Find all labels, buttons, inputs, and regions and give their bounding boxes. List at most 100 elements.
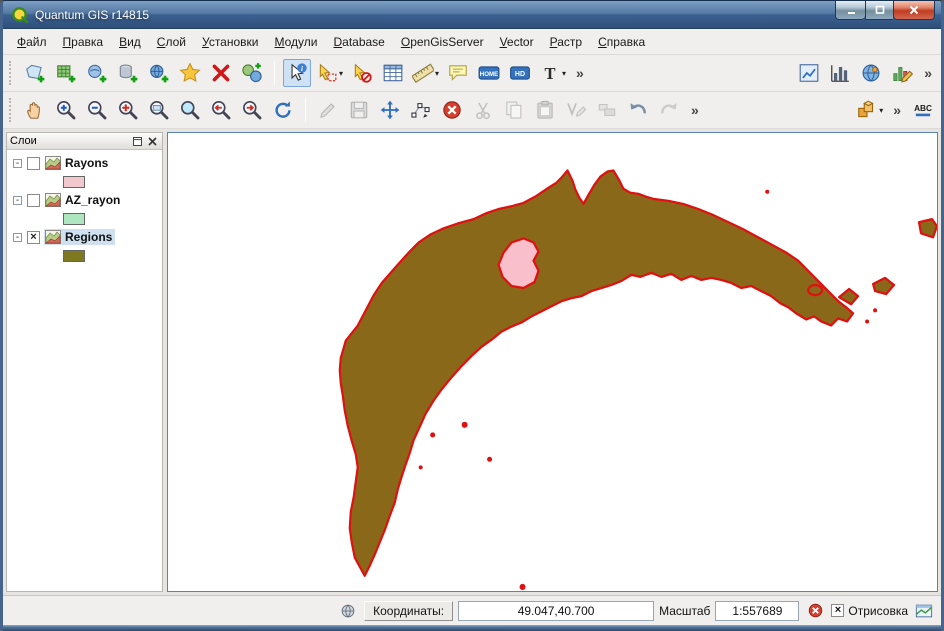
toolbar-overflow-button[interactable]: » — [571, 65, 589, 81]
histogram-button[interactable] — [826, 59, 854, 87]
new-shapefile-button[interactable] — [176, 59, 204, 87]
layers-panel-header[interactable]: Слои — [7, 133, 162, 150]
add-spatialite-layer-button[interactable] — [114, 59, 142, 87]
simplify-feature-button[interactable] — [562, 96, 590, 124]
menu-settings[interactable]: Установки — [194, 31, 267, 53]
layer-symbology-swatch[interactable] — [63, 213, 85, 225]
layer-visibility-checkbox-regions[interactable]: × — [27, 231, 40, 244]
menu-raster[interactable]: Растр — [542, 31, 590, 53]
dropdown-caret-icon[interactable]: ▾ — [879, 106, 883, 115]
attribute-table-button[interactable] — [379, 59, 407, 87]
save-edits-button[interactable] — [345, 96, 373, 124]
add-raster-layer-button[interactable] — [52, 59, 80, 87]
scale-field[interactable]: 1:557689 — [715, 601, 799, 621]
disk-icon — [348, 99, 370, 121]
add-vector-layer-button[interactable] — [21, 59, 49, 87]
diagram-overlay-button[interactable] — [795, 59, 823, 87]
redo-button[interactable] — [655, 96, 683, 124]
coordinates-label[interactable]: Координаты: — [364, 601, 453, 621]
cut-features-button[interactable] — [469, 96, 497, 124]
menu-file[interactable]: Файл — [9, 31, 55, 53]
title-bar[interactable]: Quantum GIS r14815 — [3, 1, 941, 29]
paste-features-button[interactable] — [531, 96, 559, 124]
statistics-button[interactable] — [888, 59, 916, 87]
measure-button[interactable]: ▾ — [410, 59, 441, 87]
minimize-button[interactable] — [835, 1, 865, 20]
ogc-services-button[interactable] — [857, 59, 885, 87]
copy-features-button[interactable] — [500, 96, 528, 124]
map-tips-button[interactable] — [444, 59, 472, 87]
move-feature-button[interactable] — [376, 96, 404, 124]
add-postgis-layer-button[interactable] — [83, 59, 111, 87]
python-plugins-button[interactable]: ▾ — [854, 96, 885, 124]
vector-layer-icon — [45, 193, 61, 207]
tree-expander-icon[interactable]: - — [13, 196, 22, 205]
maximize-button[interactable] — [865, 1, 893, 20]
zoom-to-layer-button[interactable] — [145, 96, 173, 124]
labeling-button[interactable]: ABC — [909, 96, 937, 124]
zoom-last-button[interactable] — [207, 96, 235, 124]
menu-vector[interactable]: Vector — [492, 31, 542, 53]
add-wms-layer-button[interactable] — [145, 59, 173, 87]
toolbar-overflow-button[interactable]: » — [686, 102, 704, 118]
menu-plugins[interactable]: Модули — [266, 31, 325, 53]
toolbar-grip[interactable] — [9, 61, 13, 85]
render-toggle[interactable]: × Отрисовка — [831, 604, 908, 618]
stop-render-button[interactable] — [804, 600, 826, 622]
menu-help[interactable]: Справка — [590, 31, 653, 53]
layer-visibility-checkbox-az-rayon[interactable] — [27, 194, 40, 207]
zoom-in-button[interactable] — [52, 96, 80, 124]
refresh-map-button[interactable] — [269, 96, 297, 124]
zoom-next-button[interactable] — [238, 96, 266, 124]
zoom-to-selection-button[interactable] — [176, 96, 204, 124]
projection-status-button[interactable] — [913, 600, 935, 622]
layer-row-az-rayon[interactable]: -AZ_rayon — [11, 191, 162, 209]
layer-symbology-swatch[interactable] — [63, 176, 85, 188]
map-canvas[interactable] — [167, 132, 938, 592]
paste-icon — [534, 99, 556, 121]
pan-button[interactable] — [21, 96, 49, 124]
hand-icon — [24, 99, 46, 121]
menu-view[interactable]: Вид — [111, 31, 149, 53]
toolbar-overflow-button[interactable]: » — [888, 102, 906, 118]
layer-visibility-checkbox-rayons[interactable] — [27, 157, 40, 170]
zoom-full-button[interactable] — [114, 96, 142, 124]
identify-button[interactable]: i — [283, 59, 311, 87]
toggle-extents-button[interactable] — [337, 600, 359, 622]
layer-crs-button[interactable] — [238, 59, 266, 87]
hd-plugin-button[interactable]: HD — [506, 59, 534, 87]
remove-layer-button[interactable] — [207, 59, 235, 87]
menu-edit[interactable]: Правка — [55, 31, 112, 53]
select-features-button[interactable]: ▾ — [314, 59, 345, 87]
identify-icon: i — [286, 62, 308, 84]
dock-float-button[interactable] — [131, 135, 144, 148]
toggle-editing-button[interactable] — [314, 96, 342, 124]
minimize-icon — [844, 3, 858, 17]
close-button[interactable] — [893, 1, 935, 20]
menu-database[interactable]: Database — [325, 31, 392, 53]
text-annotation-button[interactable]: T▾ — [537, 59, 568, 87]
layer-row-regions[interactable]: -×Regions — [11, 228, 162, 246]
dropdown-caret-icon[interactable]: ▾ — [339, 69, 343, 78]
dropdown-caret-icon[interactable]: ▾ — [435, 69, 439, 78]
render-checkbox[interactable]: × — [831, 604, 844, 617]
dropdown-caret-icon[interactable]: ▾ — [562, 69, 566, 78]
merge-features-button[interactable] — [593, 96, 621, 124]
coordinates-field[interactable]: 49.047,40.700 — [458, 601, 654, 621]
toolbar-overflow-button[interactable]: » — [919, 65, 937, 81]
layer-row-rayons[interactable]: -Rayons — [11, 154, 162, 172]
delete-selected-button[interactable] — [438, 96, 466, 124]
tree-expander-icon[interactable]: - — [13, 233, 22, 242]
zoom-out-button[interactable] — [83, 96, 111, 124]
undo-button[interactable] — [624, 96, 652, 124]
home-plugin-button[interactable]: HOME — [475, 59, 503, 87]
menu-opengisserver[interactable]: OpenGisServer — [393, 31, 492, 53]
dock-close-button[interactable] — [146, 135, 159, 148]
node-tool-button[interactable] — [407, 96, 435, 124]
deselect-features-button[interactable] — [348, 59, 376, 87]
layer-symbology-swatch[interactable] — [63, 250, 85, 262]
menu-layer[interactable]: Слой — [149, 31, 194, 53]
main-area: Слои -Rayons -AZ_rayon -×Regions — [3, 129, 941, 595]
toolbar-grip[interactable] — [9, 98, 13, 122]
tree-expander-icon[interactable]: - — [13, 159, 22, 168]
